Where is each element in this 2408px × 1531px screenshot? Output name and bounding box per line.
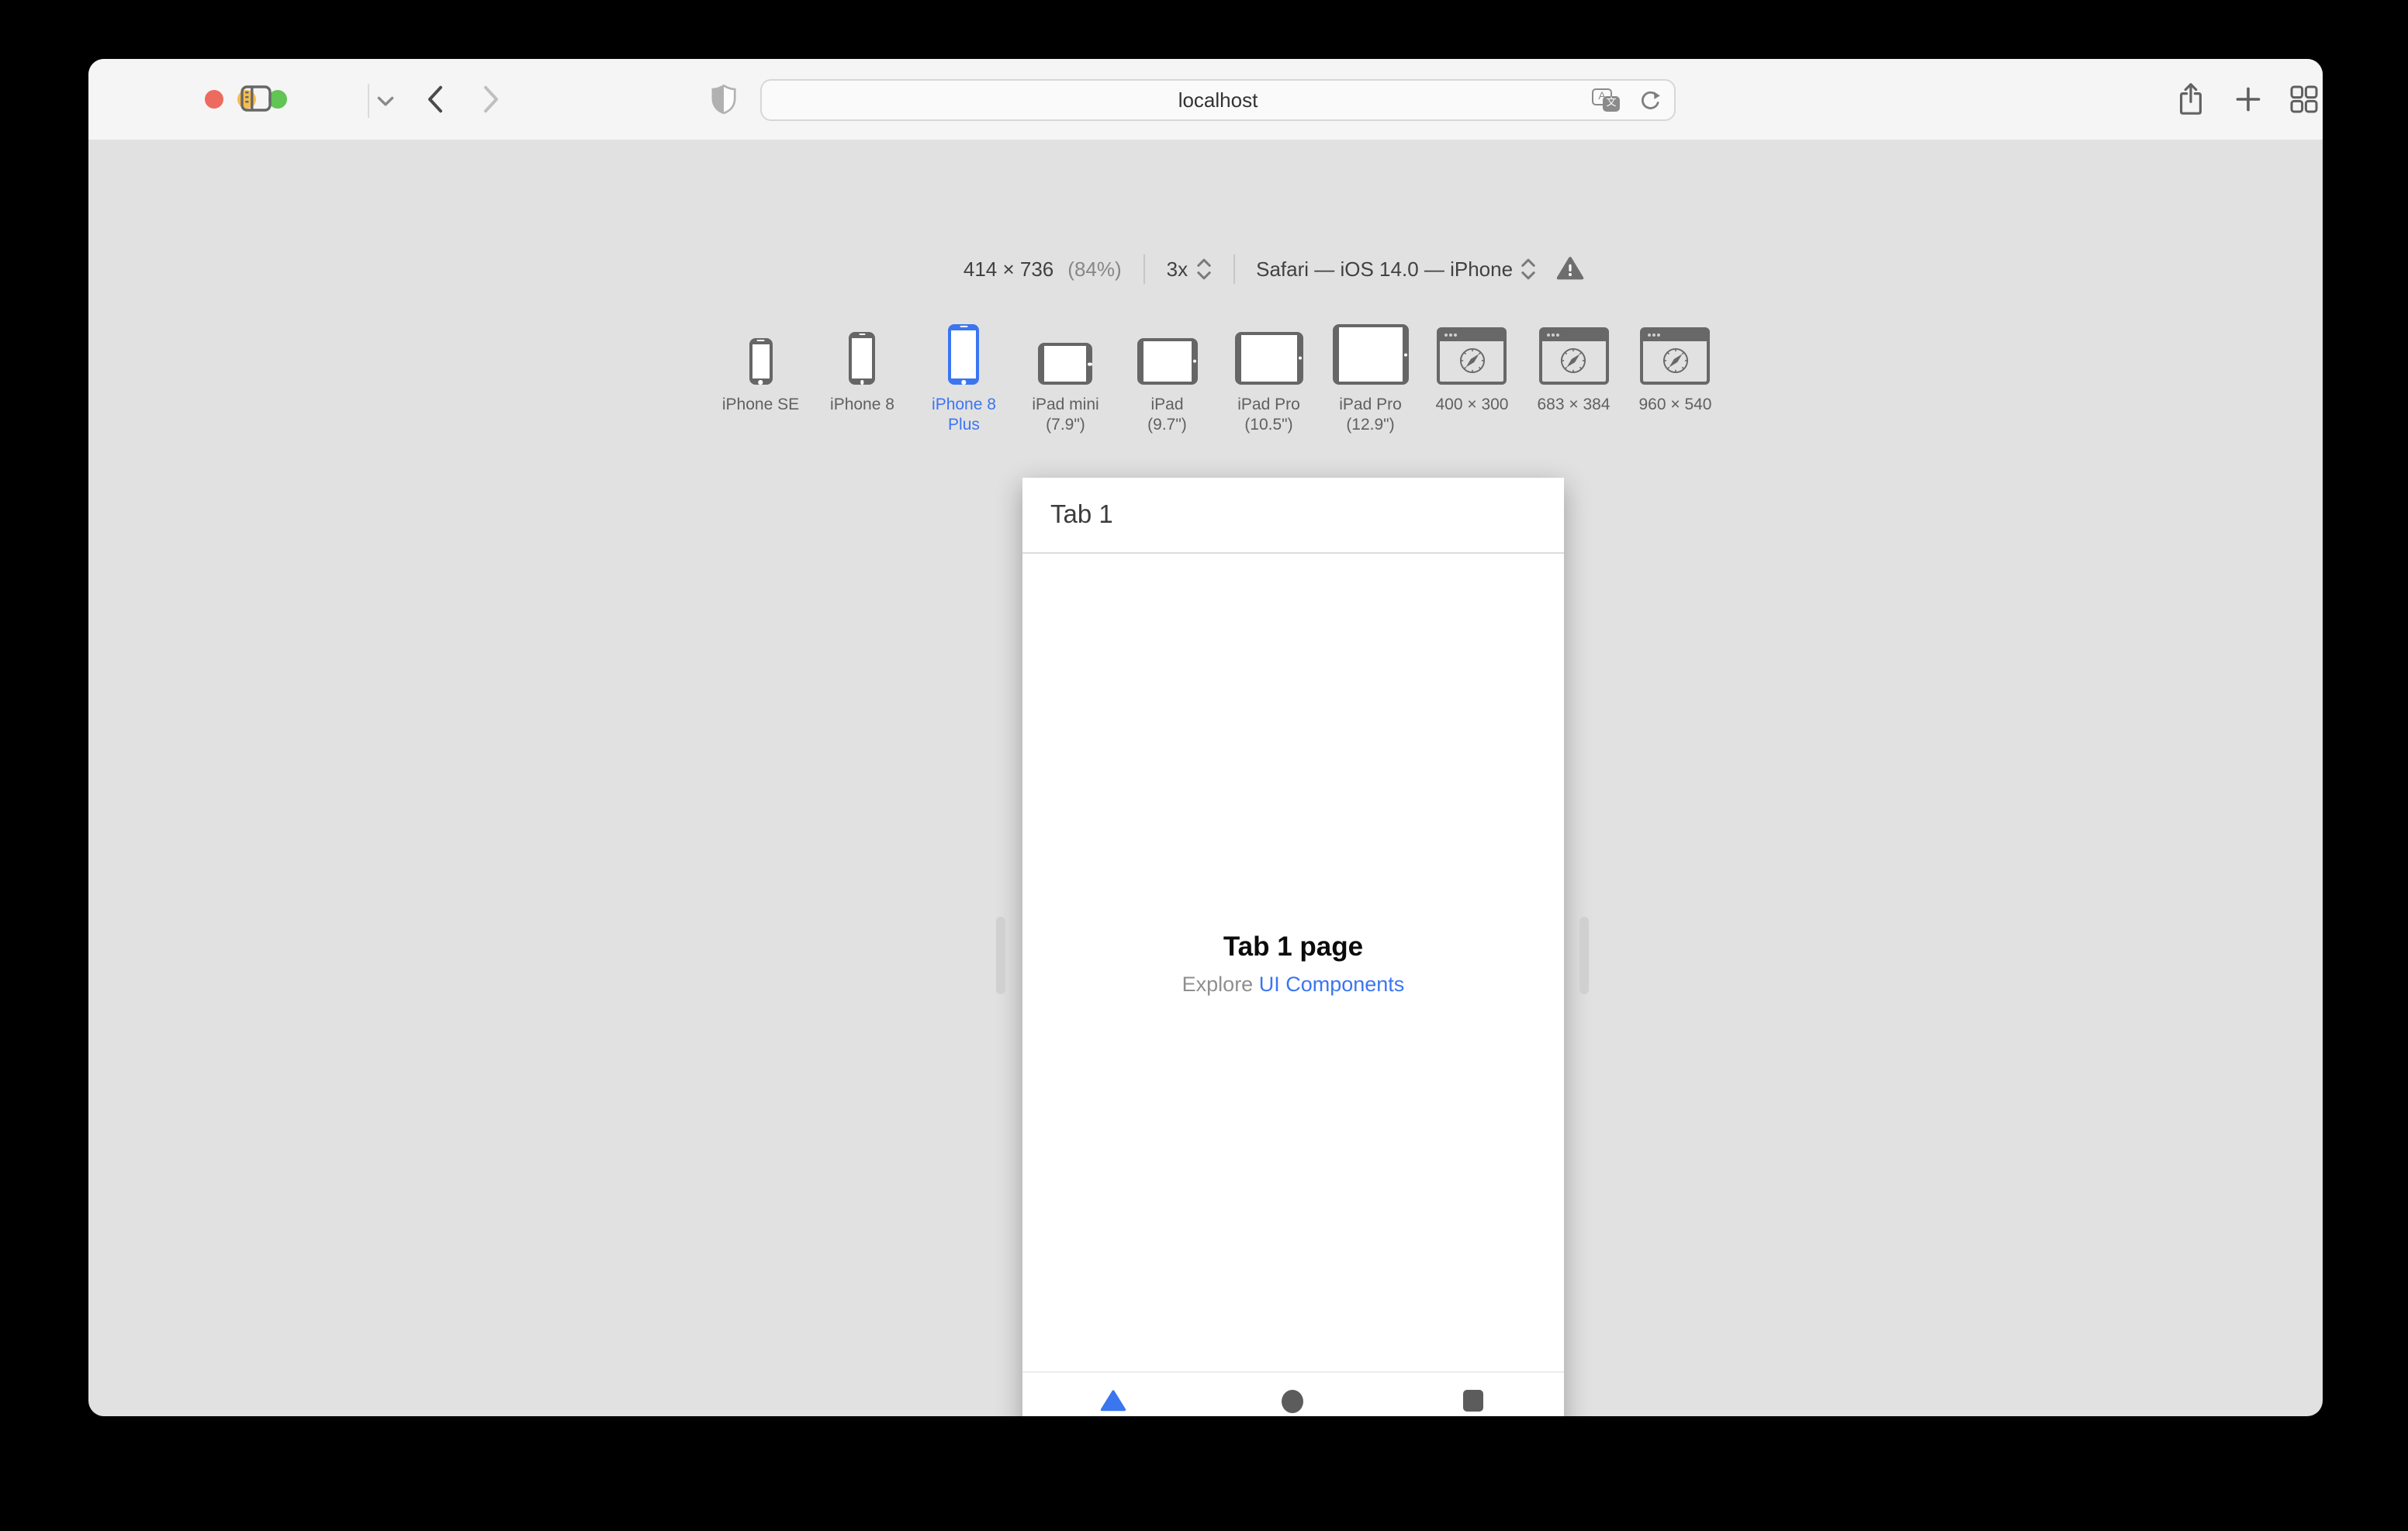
translate-icon[interactable]: A 文 (1592, 88, 1624, 115)
device-ipad-pro-10[interactable]: iPad Pro (10.5") (1218, 316, 1320, 437)
tab-overview-icon[interactable] (2290, 85, 2318, 113)
ipad-pro-12-icon (1332, 324, 1409, 385)
iphone-8-plus-icon (948, 324, 980, 385)
iphone-se-icon (749, 338, 773, 385)
safari-window: localhost A 文 414 × 736 (84%) 3x Safari … (88, 59, 2323, 1416)
browser-window-icon (1437, 327, 1507, 385)
explore-line: Explore UI Components (1182, 972, 1405, 995)
simulated-viewport: Tab 1 Tab 1 page Explore UI Components T… (1022, 478, 1564, 1416)
tab-item-1[interactable]: Tab 1 (1022, 1373, 1203, 1416)
address-bar[interactable]: localhost A 文 (760, 79, 1676, 121)
screen: localhost A 文 414 × 736 (84%) 3x Safari … (0, 0, 2408, 1531)
tab-item-3[interactable]: Tab 3 (1383, 1373, 1564, 1416)
app-page-content: Tab 1 page Explore UI Components (1022, 554, 1564, 1371)
tab-item-2[interactable]: Tab 2 (1203, 1373, 1384, 1416)
explore-text: Explore (1182, 972, 1259, 995)
pixel-ratio-stepper-icon[interactable] (1195, 257, 1211, 280)
page-title: Tab 1 page (1223, 930, 1364, 961)
forward-button-icon[interactable] (483, 85, 500, 113)
zoom-percent: (84%) (1067, 257, 1122, 280)
user-agent-stepper-icon[interactable] (1521, 257, 1536, 280)
device-preset-400x300[interactable]: 400 × 300 (1421, 316, 1523, 416)
resize-handle-left[interactable] (996, 917, 1005, 994)
toolbar-divider (1233, 254, 1235, 283)
app-nav-bar: Tab 1 (1022, 478, 1564, 554)
rdm-toolbar: 414 × 736 (84%) 3x Safari — iOS 14.0 — i… (157, 245, 2323, 292)
browser-titlebar: localhost A 文 (88, 59, 2323, 140)
safari-compass-icon (1561, 347, 1586, 374)
square-icon (1463, 1390, 1484, 1412)
iphone-8-icon (849, 332, 876, 385)
device-iphone-8-plus[interactable]: iPhone 8 Plus (913, 316, 1015, 437)
share-icon[interactable] (2177, 82, 2205, 116)
close-window-button[interactable] (205, 90, 223, 109)
circle-icon (1282, 1389, 1304, 1412)
url-text: localhost (1178, 88, 1258, 112)
nav-title: Tab 1 (1050, 500, 1113, 528)
ipad-pro-10-icon (1234, 332, 1303, 385)
ui-components-link[interactable]: UI Components (1259, 972, 1405, 995)
console-warning-icon[interactable] (1556, 256, 1584, 281)
chevron-down-icon[interactable] (377, 96, 394, 107)
viewport-dimensions[interactable]: 414 × 736 (964, 257, 1054, 280)
sidebar-toggle-icon[interactable] (240, 85, 272, 112)
safari-compass-icon (1459, 347, 1485, 374)
ipad-icon (1137, 338, 1198, 385)
privacy-shield-icon[interactable] (711, 84, 737, 115)
device-iphone-se[interactable]: iPhone SE (710, 316, 811, 416)
user-agent-selector[interactable]: Safari — iOS 14.0 — iPhone (1256, 257, 1513, 280)
device-ipad-pro-12[interactable]: iPad Pro (12.9") (1320, 316, 1421, 437)
pixel-ratio-value[interactable]: 3x (1167, 257, 1188, 280)
browser-window-icon (1538, 327, 1609, 385)
device-preset-960x540[interactable]: 960 × 540 (1624, 316, 1726, 416)
safari-compass-icon (1662, 347, 1688, 374)
toolbar-divider (1143, 254, 1145, 283)
new-tab-plus-icon[interactable] (2236, 87, 2261, 112)
device-ipad[interactable]: iPad (9.7") (1116, 316, 1218, 437)
resize-handle-right[interactable] (1579, 917, 1589, 994)
device-strip: iPhone SE iPhone 8 iPhone 8 Plus iPad min… (101, 316, 2323, 437)
app-tab-bar: Tab 1 Tab 2 Tab 3 (1022, 1371, 1564, 1416)
back-button-icon[interactable] (427, 85, 444, 113)
triangle-icon (1100, 1390, 1126, 1412)
titlebar-divider (368, 84, 369, 118)
device-preset-683x384[interactable]: 683 × 384 (1523, 316, 1624, 416)
device-ipad-mini[interactable]: iPad mini (7.9") (1015, 316, 1116, 437)
device-iphone-8[interactable]: iPhone 8 (811, 316, 913, 416)
browser-window-icon (1640, 327, 1711, 385)
ipad-mini-icon (1038, 343, 1093, 385)
reload-icon[interactable] (1638, 90, 1662, 113)
